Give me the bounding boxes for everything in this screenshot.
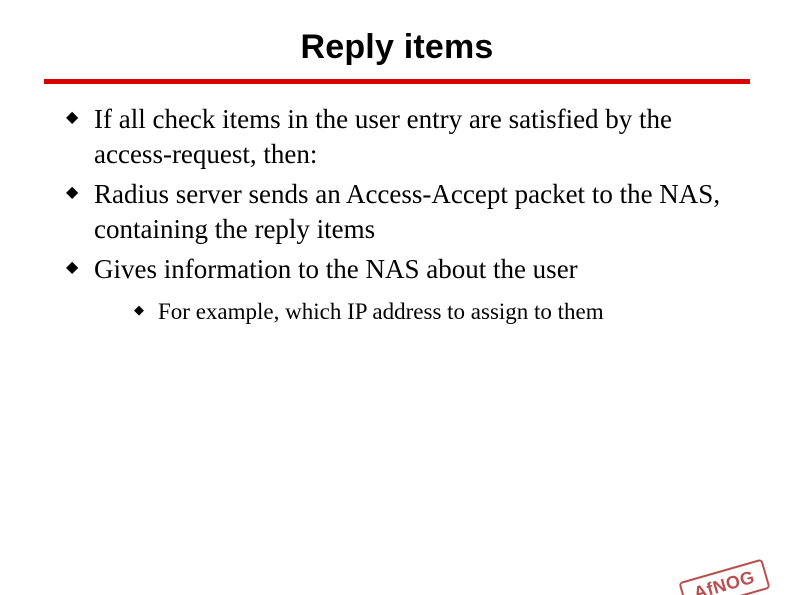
- bullet-list: ◆ If all check items in the user entry a…: [60, 102, 734, 327]
- afnog-stamp-box: AfNOG: [679, 559, 771, 595]
- list-item: ◆ Gives information to the NAS about the…: [60, 252, 734, 326]
- sub-bullet-list: ◆ For example, which IP address to assig…: [94, 297, 734, 327]
- list-item: ◆ For example, which IP address to assig…: [130, 297, 734, 327]
- bullet-icon: ◆: [66, 183, 78, 203]
- bullet-text: For example, which IP address to assign …: [158, 299, 604, 324]
- bullet-icon: ◆: [66, 258, 78, 278]
- slide: Reply items ◆ If all check items in the …: [0, 28, 794, 595]
- afnog-stamp: AfNOG: [679, 559, 771, 595]
- slide-body: ◆ If all check items in the user entry a…: [60, 102, 734, 327]
- stamp-nog: NOG: [711, 567, 757, 595]
- title-divider: [44, 79, 750, 84]
- bullet-icon: ◆: [134, 302, 144, 319]
- bullet-text: If all check items in the user entry are…: [94, 104, 672, 169]
- slide-title: Reply items: [0, 28, 794, 67]
- list-item: ◆ Radius server sends an Access-Accept p…: [60, 177, 734, 246]
- bullet-text: Gives information to the NAS about the u…: [94, 254, 578, 284]
- bullet-icon: ◆: [66, 108, 78, 128]
- list-item: ◆ If all check items in the user entry a…: [60, 102, 734, 171]
- bullet-text: Radius server sends an Access-Accept pac…: [94, 179, 720, 244]
